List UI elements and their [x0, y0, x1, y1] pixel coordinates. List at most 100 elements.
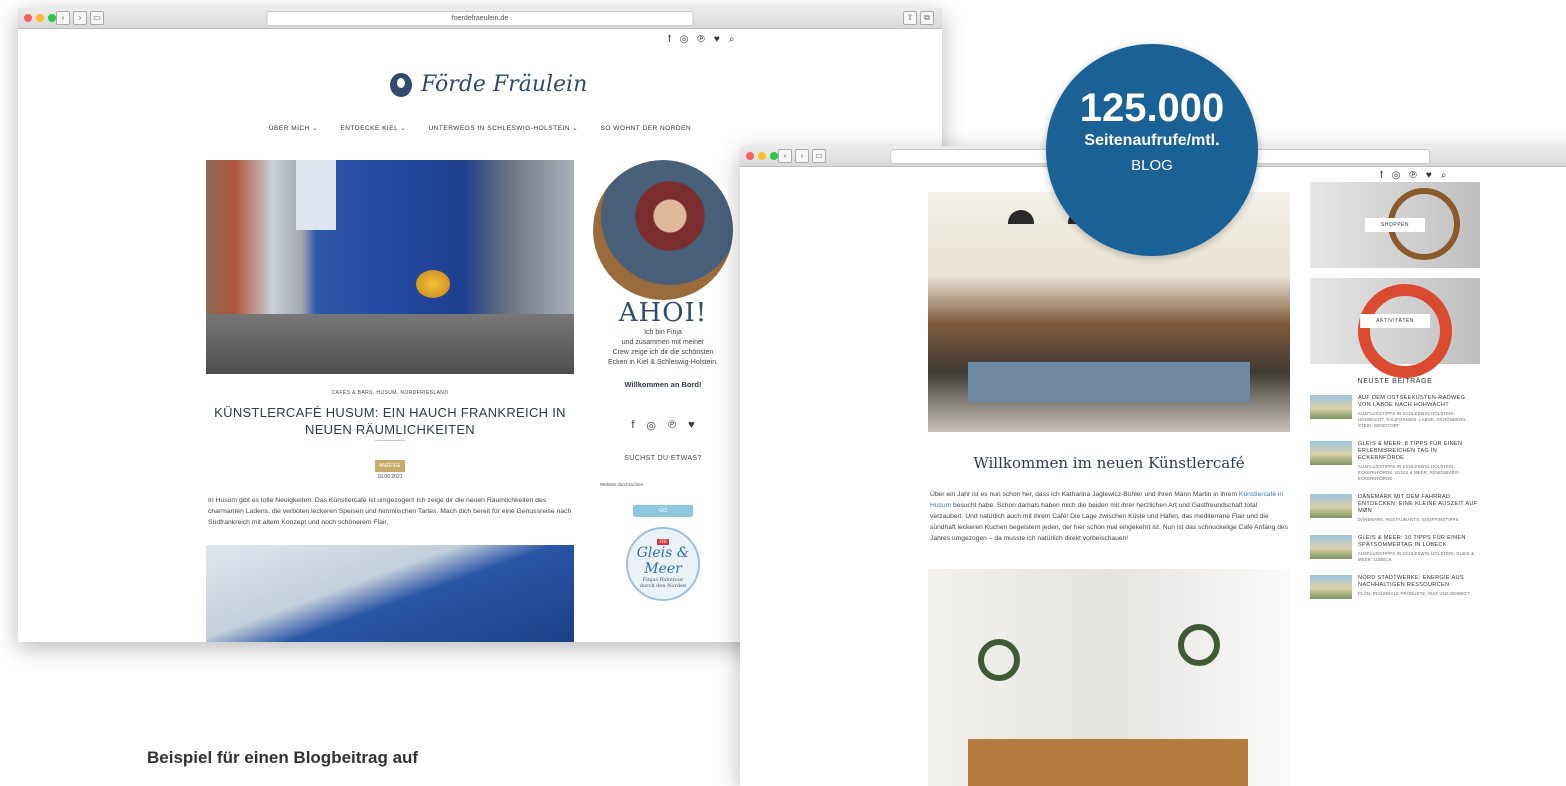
window-controls: [24, 14, 56, 22]
author-avatar: [593, 160, 733, 300]
gleis-title-line-1: Gleis &: [636, 545, 690, 561]
gleis-title-line-2: Meer: [644, 561, 682, 577]
section-title: Willkommen im neuen Künstlercafé: [973, 454, 1245, 472]
page-views-label: Seitenaufrufe/mtl.: [1084, 132, 1220, 149]
twitter-icon[interactable]: ♥: [714, 34, 720, 45]
page-views-number: 125.000: [1079, 86, 1225, 130]
latest-post[interactable]: GLEIS & MEER: 8 TIPPS FÜR EINEN ERLEBNIS…: [1310, 441, 1480, 482]
pinterest-icon[interactable]: ℗: [698, 34, 705, 45]
main-menu: ÜBER MICH ⌄ ENTDECKE KIEL ⌄ UNTERWEGS IN…: [18, 124, 942, 132]
zoom-button[interactable]: [770, 152, 778, 160]
post-thumbnail[interactable]: [1310, 535, 1352, 559]
latest-post[interactable]: DÄNEMARK MIT DEM FAHRRAD ENTDECKEN: EINE…: [1310, 494, 1480, 523]
post-image-cafe-tables[interactable]: [928, 569, 1290, 786]
sidebar-social-icons: f ◎ ℗ ♥: [588, 419, 738, 432]
post-date: 16.06.2021: [377, 474, 403, 480]
latest-post[interactable]: AUF DEM OSTSEEKÜSTEN-RADWEG VON LABOE NA…: [1310, 395, 1480, 429]
browser-toolbar: ‹ › ▭ foerdefraeulein.de ⇧ ⧉: [18, 8, 942, 29]
post-image-street[interactable]: [206, 160, 574, 374]
back-icon[interactable]: ‹: [56, 11, 70, 25]
caption: Beispiel für einen Blogbeitrag auf: [147, 748, 419, 767]
page-views-badge: 125.000 Seitenaufrufe/mtl. BLOG: [1046, 44, 1258, 256]
forward-icon[interactable]: ›: [73, 11, 87, 25]
logo-icon: [390, 72, 412, 97]
close-button[interactable]: [24, 14, 32, 22]
facebook-icon[interactable]: f: [631, 419, 634, 432]
page-views-sub: BLOG: [1131, 157, 1173, 174]
post-image-facade[interactable]: [206, 545, 574, 642]
title-divider: [206, 440, 574, 441]
sidebar-icon[interactable]: ▭: [90, 11, 104, 25]
intro-line-2: und zusammen mit meiner: [621, 339, 705, 346]
tile-aktivitaeten[interactable]: AKTIVITÄTEN: [1310, 278, 1480, 378]
post-title[interactable]: GLEIS & MEER: 8 TIPPS FÜR EINEN ERLEBNIS…: [1358, 441, 1480, 462]
ahoi-heading: AHOI!: [618, 298, 708, 328]
social-icons-top: f ◎ ℗ ♥ ⌕: [1380, 170, 1446, 181]
facebook-icon[interactable]: f: [1380, 170, 1383, 181]
search-heading: SUCHST DU ETWAS?: [624, 455, 702, 462]
post-categories[interactable]: AUSFLUGSTIPPS IN SCHLESWIG-HOLSTEIN, ECK…: [1358, 464, 1480, 482]
menu-item-entdecke-kiel[interactable]: ENTDECKE KIEL ⌄: [340, 125, 406, 132]
latest-post[interactable]: GLEIS & MEER: 10 TIPPS FÜR EINEN SPÄTSOM…: [1310, 535, 1480, 563]
minimize-button[interactable]: [36, 14, 44, 22]
post-title[interactable]: KÜNSTLERCAFÉ HUSUM: EIN HAUCH FRANKREICH…: [206, 404, 574, 438]
sidebar: AHOI! Ich bin Finja und zusammen mit mei…: [588, 160, 738, 601]
sponsored-tag: ANZEIGE: [375, 460, 405, 472]
social-icons-top: f ◎ ℗ ♥ ⌕: [668, 34, 734, 45]
post-categories[interactable]: AUSFLUGSTIPPS IN SCHLESWIG-HOLSTEIN, GLE…: [1358, 551, 1480, 563]
post-thumbnail[interactable]: [1310, 575, 1352, 599]
sidebar-icon[interactable]: ▭: [812, 149, 826, 163]
tabs-icon[interactable]: ⧉: [920, 11, 934, 25]
logo-text: Förde Fräulein: [421, 72, 588, 97]
post-title[interactable]: GLEIS & MEER: 10 TIPPS FÜR EINEN SPÄTSOM…: [1358, 535, 1480, 549]
gleis-sub-line-2: durch den Norden: [639, 583, 687, 589]
intro-line-3: Crew zeige ich dir die schönsten: [612, 349, 714, 356]
site-logo[interactable]: Förde Fräulein: [390, 72, 587, 97]
latest-post[interactable]: NORD STADTWERKE: ENERGIE AUS NACHHALTIGE…: [1310, 575, 1480, 599]
latest-posts-heading: NEUSTE BEITRÄGE: [1357, 378, 1433, 385]
search-button[interactable]: GO: [633, 505, 693, 517]
gleis-meer-badge[interactable]: DB Gleis & Meer Finjas Bahntour durch de…: [626, 527, 700, 601]
intro-line-1: Ich bin Finja: [644, 329, 682, 336]
pinterest-icon[interactable]: ℗: [668, 419, 676, 432]
share-icon[interactable]: ⇧: [903, 11, 917, 25]
twitter-icon[interactable]: ♥: [1426, 170, 1432, 181]
facebook-icon[interactable]: f: [668, 34, 671, 45]
forward-icon[interactable]: ›: [795, 149, 809, 163]
shoppen-button[interactable]: SHOPPEN: [1365, 218, 1425, 232]
zoom-button[interactable]: [48, 14, 56, 22]
search-input[interactable]: Website durchsuchen: [588, 482, 738, 487]
post-thumbnail[interactable]: [1310, 395, 1352, 419]
instagram-icon[interactable]: ◎: [1392, 170, 1401, 181]
post-categories[interactable]: DÄNEMARK, RESTAURANTS, SHOPPINGTIPPS: [1358, 517, 1480, 523]
window-controls: [746, 152, 778, 160]
post-title[interactable]: AUF DEM OSTSEEKÜSTEN-RADWEG VON LABOE NA…: [1358, 395, 1480, 409]
instagram-icon[interactable]: ◎: [680, 34, 689, 45]
instagram-icon[interactable]: ◎: [646, 419, 656, 432]
address-bar[interactable]: foerdefraeulein.de: [266, 11, 694, 26]
menu-item-unterwegs[interactable]: UNTERWEGS IN SCHLESWIG-HOLSTEIN ⌄: [429, 125, 579, 132]
search-icon[interactable]: ⌕: [1441, 170, 1447, 181]
post-title[interactable]: DÄNEMARK MIT DEM FAHRRAD ENTDECKEN: EINE…: [1358, 494, 1480, 515]
pinterest-icon[interactable]: ℗: [1410, 170, 1417, 181]
sidebar: SHOPPEN AKTIVITÄTEN NEUSTE BEITRÄGE AUF …: [1310, 182, 1480, 611]
post-categories[interactable]: PLÖN, REGIONALE PRODUKTE, WAS UNS BEWEGT: [1358, 591, 1480, 597]
post-excerpt: In Husum gibt es tolle Neuigkeiten: Das …: [208, 497, 572, 526]
menu-item-so-wohnt[interactable]: SO WOHNT DER NORDEN: [601, 125, 692, 132]
post-categories[interactable]: CAFÉS & BARS, HUSUM, NORDFRIESLAND: [206, 390, 574, 396]
twitter-icon[interactable]: ♥: [688, 419, 695, 432]
section-text: Über ein Jahr ist es nun schon her, dass…: [930, 491, 1288, 542]
search-icon[interactable]: ⌕: [729, 34, 735, 45]
back-icon[interactable]: ‹: [778, 149, 792, 163]
welcome-text: Willkommen an Bord!: [624, 380, 702, 389]
post-categories[interactable]: AUSFLUGSTIPPS IN SCHLESWIG-HOLSTEIN, HOH…: [1358, 411, 1480, 429]
close-button[interactable]: [746, 152, 754, 160]
tile-shoppen[interactable]: SHOPPEN: [1310, 182, 1480, 268]
aktivitaeten-button[interactable]: AKTIVITÄTEN: [1360, 314, 1430, 328]
post-thumbnail[interactable]: [1310, 441, 1352, 465]
menu-item-ueber-mich[interactable]: ÜBER MICH ⌄: [269, 125, 318, 132]
intro-line-4: Ecken in Kiel & Schleswig-Holstein.: [607, 359, 719, 366]
minimize-button[interactable]: [758, 152, 766, 160]
post-thumbnail[interactable]: [1310, 494, 1352, 518]
post-title[interactable]: NORD STADTWERKE: ENERGIE AUS NACHHALTIGE…: [1358, 575, 1480, 589]
